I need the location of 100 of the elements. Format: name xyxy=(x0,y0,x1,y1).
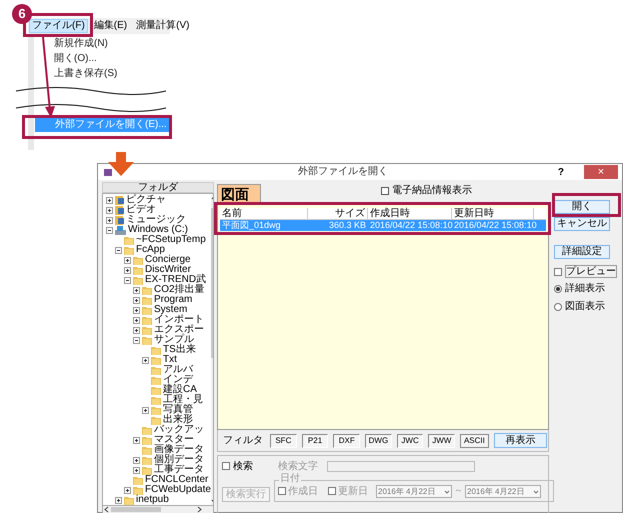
expand-icon[interactable] xyxy=(115,496,122,504)
collapse-icon[interactable] xyxy=(106,226,113,234)
expand-icon[interactable] xyxy=(133,286,140,294)
checkbox-label: 検索 xyxy=(233,460,253,474)
scroll-thumb[interactable] xyxy=(111,507,161,512)
folder-icon xyxy=(151,366,161,374)
expand-icon[interactable] xyxy=(133,326,140,334)
column-header[interactable]: 更新日時 xyxy=(452,208,534,219)
filter-button[interactable]: P21 xyxy=(302,434,328,448)
tree-item[interactable]: マスター xyxy=(154,435,194,445)
tree-item[interactable]: FcApp xyxy=(136,245,165,255)
expand-icon[interactable] xyxy=(124,486,131,494)
filter-button[interactable]: JWC xyxy=(396,434,424,448)
checkbox[interactable] xyxy=(328,487,336,495)
checkbox[interactable] xyxy=(554,268,562,276)
tab[interactable]: 図面 xyxy=(217,184,261,202)
tree-item[interactable]: 工事データ xyxy=(154,465,204,475)
radio-label: 図面表示 xyxy=(565,300,605,314)
search-text-field[interactable] xyxy=(327,460,475,472)
expand-icon[interactable] xyxy=(133,466,140,474)
dialog-button[interactable]: 開く xyxy=(554,200,610,214)
folder-icon xyxy=(151,396,161,404)
radio-button[interactable] xyxy=(554,284,562,292)
scroll-left-icon[interactable] xyxy=(103,506,109,513)
close-button[interactable]: × xyxy=(584,165,618,179)
tree-item[interactable]: ピクチャ xyxy=(126,195,166,205)
expand-icon[interactable] xyxy=(106,216,113,224)
expand-icon[interactable] xyxy=(133,436,140,444)
expand-icon[interactable] xyxy=(133,316,140,324)
tree-item[interactable]: バックアッ xyxy=(154,425,204,435)
down-arrow-icon xyxy=(108,152,134,176)
dialog-button[interactable]: キャンセル xyxy=(554,217,610,231)
menu-entry[interactable]: 新規作成(N) xyxy=(38,36,170,51)
tree-item[interactable]: ミュージック xyxy=(126,215,186,225)
checkbox[interactable] xyxy=(381,187,389,195)
expand-icon[interactable] xyxy=(142,356,149,364)
expand-icon[interactable] xyxy=(106,206,113,214)
filter-button[interactable]: DWG xyxy=(365,434,392,448)
tree-item[interactable]: インデ xyxy=(163,375,193,385)
menu-item[interactable]: 編集(E) xyxy=(90,19,130,33)
menu-item[interactable]: 測量計算(V) xyxy=(133,19,192,33)
expand-icon[interactable] xyxy=(133,456,140,464)
tree-item[interactable]: Program xyxy=(154,295,192,305)
menu-item[interactable]: ファイル(F) xyxy=(29,19,88,33)
checkbox[interactable] xyxy=(222,462,230,470)
menu-entry[interactable]: 開く(O)... xyxy=(38,51,170,66)
tree-item[interactable]: CO2排出量 xyxy=(154,285,205,295)
folder-icon xyxy=(151,376,161,384)
tree-item[interactable]: TS出来 xyxy=(163,345,196,355)
step-badge: 6 xyxy=(12,4,32,24)
folder-icon xyxy=(142,426,152,434)
column-header[interactable]: 作成日時 xyxy=(368,208,452,219)
menu-entry[interactable]: 上書き保存(S) xyxy=(38,66,170,81)
tree-item[interactable]: 写真管 xyxy=(163,405,193,415)
tree-item[interactable]: FCWebUpdate xyxy=(145,485,211,495)
tree-item[interactable]: アルバ xyxy=(163,365,193,375)
tree-item[interactable]: FCNCLCenter xyxy=(145,475,208,485)
collapse-icon[interactable] xyxy=(133,336,140,344)
tree-item[interactable]: インポート xyxy=(154,315,204,325)
ascii-button[interactable]: ASCII xyxy=(460,434,489,448)
folder-icon xyxy=(142,296,152,304)
refresh-button[interactable]: 再表示 xyxy=(494,433,547,448)
tree-item[interactable]: エクスポー xyxy=(154,325,204,335)
tree-item[interactable]: Concierge xyxy=(145,255,191,265)
tree-item[interactable]: ~FCSetupTemp xyxy=(136,235,206,245)
expand-icon[interactable] xyxy=(142,406,149,414)
tree-item[interactable]: 個別データ xyxy=(154,455,204,465)
tree-item[interactable]: DiscWriter xyxy=(145,265,191,275)
tree-item[interactable]: サンプル xyxy=(154,335,194,345)
dialog-button[interactable]: 詳細設定 xyxy=(554,245,610,259)
tree-item[interactable]: 工程・見 xyxy=(163,395,203,405)
filter-button[interactable]: SFC xyxy=(270,434,297,448)
tree-item[interactable]: 画像データ xyxy=(154,445,204,455)
column-header[interactable]: サイズ xyxy=(308,208,368,219)
expand-icon[interactable] xyxy=(133,306,140,314)
help-button[interactable]: ? xyxy=(558,164,564,180)
expand-icon[interactable] xyxy=(106,196,113,204)
app-icon xyxy=(104,168,113,176)
tree-item[interactable]: ビデオ xyxy=(126,205,156,215)
radio-button[interactable] xyxy=(554,302,562,310)
collapse-icon[interactable] xyxy=(115,246,122,254)
tree-item[interactable]: EX-TREND武 xyxy=(145,275,206,285)
tree-item[interactable]: inetpub xyxy=(136,495,169,505)
folder-icon xyxy=(124,236,134,244)
expand-icon[interactable] xyxy=(124,266,131,274)
folder-icon xyxy=(142,446,152,454)
checkbox[interactable] xyxy=(278,487,286,495)
scrollbar[interactable] xyxy=(102,506,214,513)
column-header[interactable]: 名前 xyxy=(220,208,308,219)
tree-item[interactable]: 出来形 xyxy=(163,415,193,425)
expand-icon[interactable] xyxy=(133,296,140,304)
filter-button[interactable]: JWW xyxy=(428,434,456,448)
tree-item[interactable]: 建設CA xyxy=(163,385,197,395)
tree-item[interactable]: Txt xyxy=(163,355,177,365)
tree-item[interactable]: System xyxy=(154,305,188,315)
filter-button[interactable]: DXF xyxy=(333,434,360,448)
tree-item[interactable]: Windows (C:) xyxy=(128,225,188,235)
scroll-right-icon[interactable] xyxy=(197,506,203,513)
collapse-icon[interactable] xyxy=(124,276,131,284)
expand-icon[interactable] xyxy=(124,256,131,264)
